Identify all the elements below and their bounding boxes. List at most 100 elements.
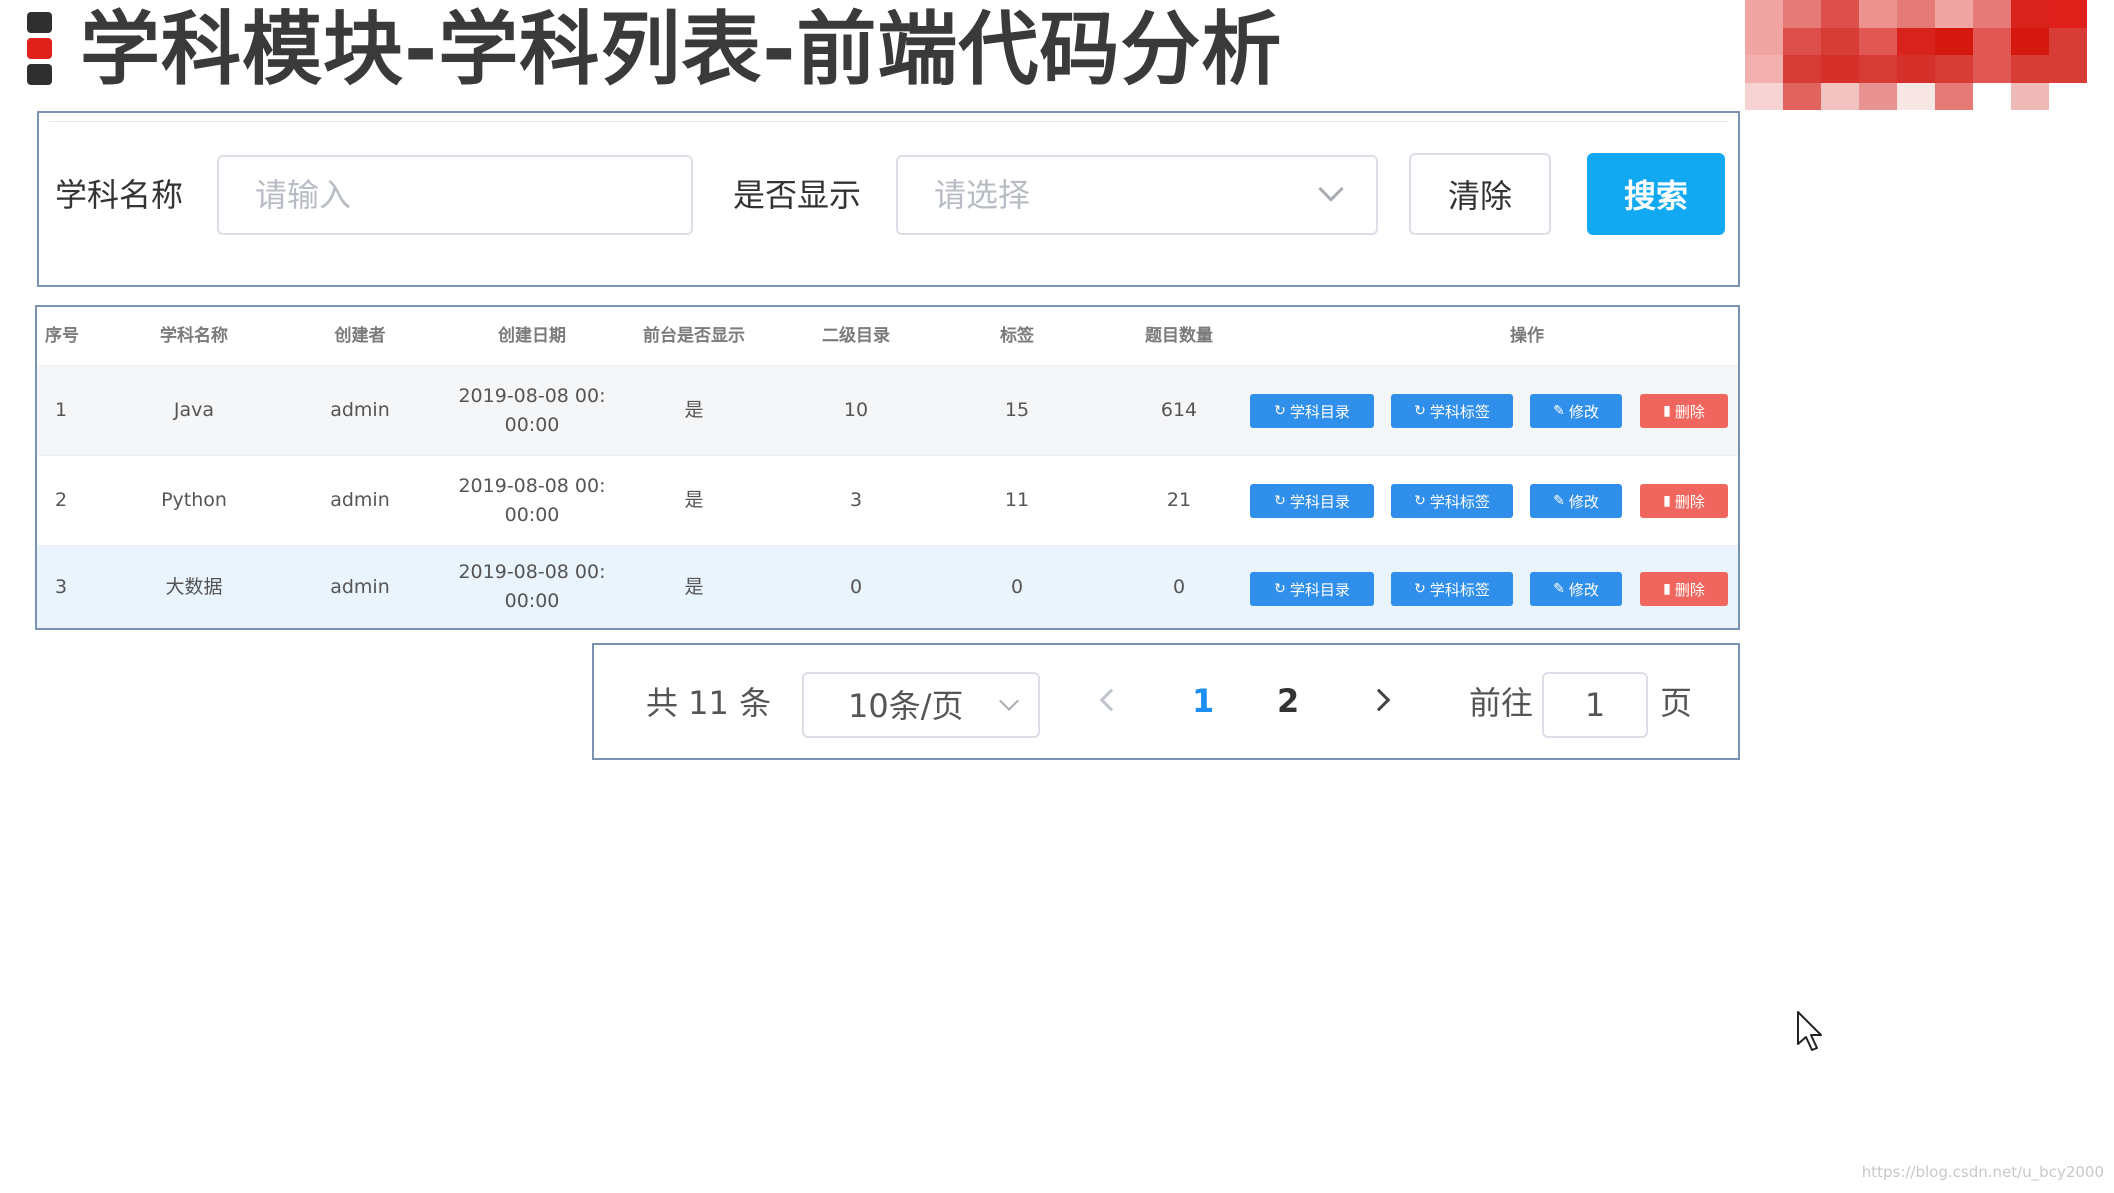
mosaic-cell	[2011, 110, 2049, 138]
cell-index: 2	[55, 489, 68, 511]
mosaic-cell	[1783, 82, 1821, 111]
mosaic-cell	[1859, 0, 1897, 28]
button-label: 学科标签	[1429, 580, 1490, 599]
is-show-label: 是否显示	[733, 176, 862, 214]
subject-tag-button[interactable]: ↻ 学科标签	[1391, 572, 1513, 606]
button-label: 修改	[1568, 492, 1599, 511]
refresh-icon: ↻	[1414, 581, 1426, 597]
edit-button[interactable]: ✎ 修改	[1530, 394, 1622, 428]
cell-creator: admin	[330, 399, 390, 421]
delete-button[interactable]: ▮ 删除	[1640, 484, 1728, 518]
edit-button[interactable]: ✎ 修改	[1530, 572, 1622, 606]
cell-tags: 11	[1004, 489, 1030, 511]
cell-tags: 15	[1004, 399, 1030, 421]
pagination: 共 11 条 10条/页 1 2 前往 1 页	[592, 643, 1740, 760]
mosaic-cell	[1745, 27, 1783, 56]
mosaic-cell	[1973, 110, 2011, 138]
subject-name-input[interactable]: 请输入	[217, 155, 693, 235]
mouse-cursor-icon	[1797, 1011, 1822, 1051]
is-show-select[interactable]: 请选择	[896, 155, 1378, 235]
page-number-1[interactable]: 1	[1192, 681, 1214, 721]
cell-creator: admin	[330, 575, 390, 598]
chevron-down-icon	[1318, 176, 1344, 202]
mosaic-cell	[1821, 27, 1859, 56]
subject-tag-button[interactable]: ↻ 学科标签	[1391, 484, 1513, 518]
cell-name: 大数据	[165, 575, 223, 598]
header-dirs: 二级目录	[822, 326, 890, 346]
mosaic-cell	[1783, 0, 1821, 28]
subject-dir-button[interactable]: ↻ 学科目录	[1250, 394, 1374, 428]
mosaic-cell	[1935, 27, 1973, 56]
trash-icon: ▮	[1663, 581, 1671, 597]
title-bullets	[27, 12, 52, 90]
page-title: 学科模块-学科列表-前端代码分析	[80, 3, 1283, 96]
bullet-square-red	[27, 38, 52, 59]
edit-button[interactable]: ✎ 修改	[1530, 484, 1622, 518]
page-size-select[interactable]: 10条/页	[802, 672, 1040, 738]
button-label: 学科目录	[1289, 580, 1350, 599]
mosaic-cell	[1859, 55, 1897, 83]
mosaic-cell	[1783, 55, 1821, 83]
cell-date: 2019-08-08 00: 00:00	[458, 384, 606, 436]
mosaic-cell	[2011, 55, 2049, 83]
header-tags: 标签	[1000, 326, 1034, 346]
subject-name-placeholder: 请输入	[255, 176, 352, 214]
search-button[interactable]: 搜索	[1587, 153, 1725, 235]
bullet-square	[27, 64, 52, 85]
edit-icon: ✎	[1553, 493, 1565, 509]
cell-index: 1	[55, 399, 68, 421]
total-count: 共 11 条	[646, 684, 772, 722]
mosaic-cell	[2049, 0, 2087, 28]
cell-creator: admin	[330, 489, 390, 511]
mosaic-cell	[1973, 55, 2011, 83]
header-creator: 创建者	[334, 326, 386, 346]
refresh-icon: ↻	[1414, 493, 1426, 509]
mosaic-cell	[1821, 110, 1859, 138]
cell-show: 是	[684, 489, 704, 511]
mosaic-cell	[1897, 0, 1935, 28]
page-number-2[interactable]: 2	[1277, 681, 1299, 721]
mosaic-cell	[1973, 27, 2011, 56]
mosaic-cell	[1897, 82, 1935, 111]
mosaic-cell	[1935, 0, 1973, 28]
cell-dirs: 3	[849, 489, 863, 511]
button-label: 学科目录	[1289, 402, 1350, 421]
delete-button[interactable]: ▮ 删除	[1640, 394, 1728, 428]
cell-name: Python	[161, 489, 227, 511]
clear-button[interactable]: 清除	[1409, 153, 1551, 235]
button-label: 学科标签	[1429, 402, 1490, 421]
mosaic-cell	[1973, 82, 2011, 111]
subject-table: 序号 学科名称 创建者 创建日期 前台是否显示 二级目录 标签 题目数量 操作 …	[35, 305, 1740, 630]
mosaic-cell	[1897, 27, 1935, 56]
mosaic-cell	[1973, 0, 2011, 28]
mosaic-cell	[2011, 82, 2049, 111]
mosaic-cell	[2049, 55, 2087, 83]
prev-page-icon[interactable]	[1099, 688, 1123, 712]
header-date: 创建日期	[498, 326, 566, 346]
mosaic-cell	[1897, 55, 1935, 83]
delete-button[interactable]: ▮ 删除	[1640, 572, 1728, 606]
pixelated-mosaic	[1745, 0, 2087, 138]
mosaic-cell	[1745, 55, 1783, 83]
subject-dir-button[interactable]: ↻ 学科目录	[1250, 484, 1374, 518]
mosaic-cell	[2049, 27, 2087, 56]
cell-show: 是	[684, 399, 704, 421]
edit-icon: ✎	[1553, 581, 1565, 597]
button-label: 删除	[1674, 402, 1705, 421]
cell-dirs: 0	[849, 575, 863, 598]
mosaic-cell	[1935, 55, 1973, 83]
subject-tag-button[interactable]: ↻ 学科标签	[1391, 394, 1513, 428]
header-show: 前台是否显示	[643, 326, 745, 346]
subject-dir-button[interactable]: ↻ 学科目录	[1250, 572, 1374, 606]
mosaic-cell	[1935, 82, 1973, 111]
mosaic-cell	[1935, 110, 1973, 138]
cell-questions: 21	[1166, 489, 1192, 511]
button-label: 修改	[1568, 402, 1599, 421]
goto-page-input[interactable]: 1	[1542, 672, 1648, 738]
header-index: 序号	[45, 326, 79, 346]
mosaic-cell	[1821, 82, 1859, 111]
mosaic-cell	[1859, 110, 1897, 138]
cell-date: 2019-08-08 00: 00:00	[458, 474, 606, 526]
mosaic-cell	[1821, 0, 1859, 28]
next-page-icon[interactable]	[1367, 688, 1391, 712]
